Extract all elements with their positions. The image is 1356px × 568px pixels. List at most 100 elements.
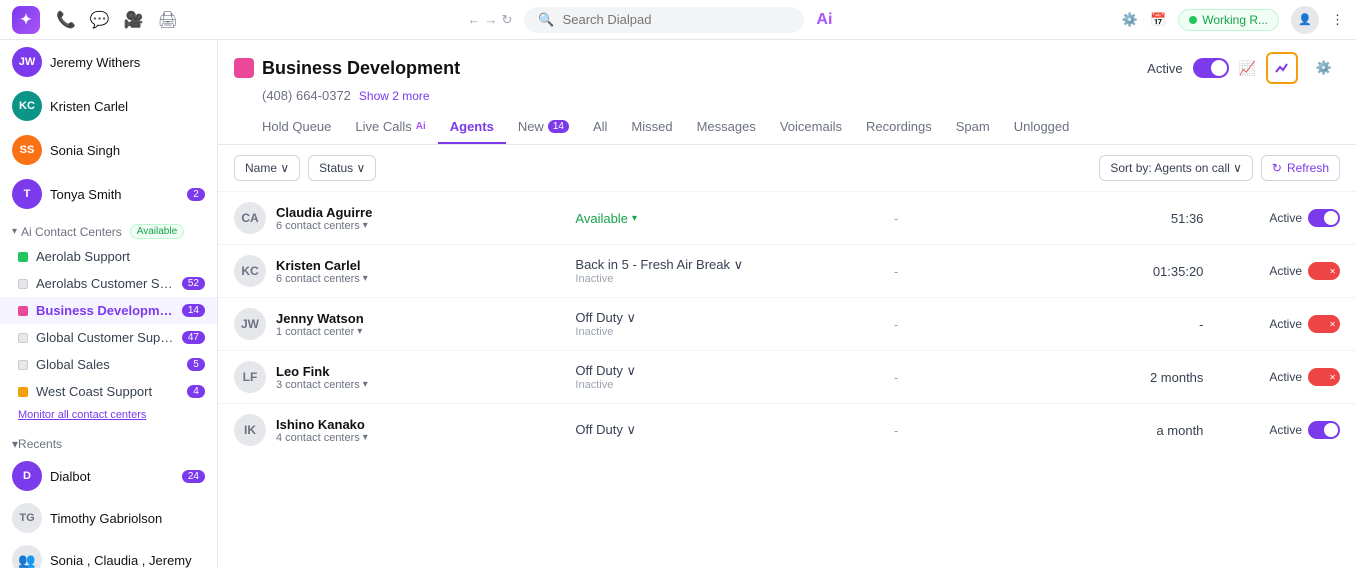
agent-dash-cell: - [878, 351, 1049, 404]
tab-hold-queue[interactable]: Hold Queue [250, 111, 343, 144]
search-bar[interactable]: 🔍 [524, 7, 804, 33]
reload-icon[interactable]: ↻ [502, 12, 513, 28]
avatar[interactable]: 👤 [1291, 6, 1319, 34]
badge-tonya: 2 [187, 188, 205, 201]
agent-time-cell: a month [1049, 404, 1220, 457]
sidebar-contact-kristen[interactable]: KC Kristen Carlel [0, 84, 217, 128]
tab-new[interactable]: New 14 [506, 111, 581, 144]
settings-icon[interactable]: ⚙️ [1122, 12, 1138, 28]
search-input[interactable] [563, 12, 791, 27]
tab-voicemails[interactable]: Voicemails [768, 111, 854, 144]
sidebar-item-global-customer[interactable]: Global Customer Supp... 47 [0, 324, 217, 351]
chart-icon-btn[interactable] [1266, 52, 1298, 84]
sidebar-contact-tonya[interactable]: T Tonya Smith 2 [0, 172, 217, 216]
tab-agents[interactable]: Agents [438, 111, 506, 144]
active-text: Active [1269, 370, 1302, 384]
monitor-link[interactable]: Monitor all contact centers [0, 405, 217, 429]
recents-header[interactable]: ▾ Recents [0, 429, 217, 455]
tab-all[interactable]: All [581, 111, 619, 144]
tab-messages[interactable]: Messages [685, 111, 768, 144]
sidebar-contact-jeremy[interactable]: JW Jeremy Withers [0, 40, 217, 84]
agent-dash-cell: - [878, 245, 1049, 298]
nav-center: ← → ↻ 🔍 Ai [194, 7, 1106, 33]
recent-group[interactable]: 👥 Sonia , Claudia , Jeremy [0, 539, 217, 568]
agent-toggle-cell: Active [1219, 192, 1356, 245]
tab-spam[interactable]: Spam [944, 111, 1002, 144]
refresh-button[interactable]: ↻ Refresh [1261, 155, 1340, 181]
chat-icon[interactable]: 💬 [90, 10, 110, 30]
sidebar-item-aerolab-support[interactable]: Aerolab Support [0, 243, 217, 270]
agent-toggle-on[interactable] [1308, 209, 1340, 227]
item-name-aerolab: Aerolab Support [36, 249, 205, 264]
item-name-aerolabs: Aerolabs Customer Su... [36, 276, 174, 291]
dept-phone: (408) 664-0372 [262, 88, 351, 103]
content-wrapper: Business Development Active 📈 ⚙️ [218, 40, 1356, 568]
badge-bizdev: 14 [182, 304, 205, 317]
settings-gear-btn[interactable]: ⚙️ [1308, 52, 1340, 84]
show-more-link[interactable]: Show 2 more [359, 89, 430, 103]
active-text: Active [1269, 264, 1302, 278]
contact-name-jeremy: Jeremy Withers [50, 55, 205, 70]
agent-toggle-off[interactable] [1308, 262, 1340, 280]
forward-arrow[interactable]: → [485, 12, 498, 28]
calendar-icon[interactable]: 📅 [1150, 12, 1166, 28]
tab-live-calls[interactable]: Live Calls Ai [343, 111, 437, 144]
recent-timothy[interactable]: TG Timothy Gabriolson [0, 497, 217, 539]
menu-icon[interactable]: ⋮ [1331, 12, 1344, 28]
chevron-icon: ▾ [12, 226, 17, 237]
status-other[interactable]: Off Duty ∨ [575, 422, 862, 438]
sort-button[interactable]: Sort by: Agents on call ∨ [1099, 155, 1253, 181]
agent-dash: - [894, 211, 898, 226]
filter-status-btn[interactable]: Status ∨ [308, 155, 376, 181]
active-toggle[interactable] [1193, 58, 1229, 78]
status-other[interactable]: Off Duty ∨ [575, 310, 862, 326]
status-other[interactable]: Back in 5 - Fresh Air Break ∨ [575, 257, 862, 273]
status-sub: Inactive [575, 326, 862, 338]
phone-icon[interactable]: 📞 [56, 10, 76, 30]
sidebar-contact-sonia[interactable]: SS Sonia Singh [0, 128, 217, 172]
tab-recordings[interactable]: Recordings [854, 111, 944, 144]
content-area: Business Development Active 📈 ⚙️ [218, 40, 1356, 568]
dept-title: Business Development [262, 58, 460, 79]
agent-name: Ishino Kanako [276, 417, 368, 432]
agent-status-cell: Off Duty ∨ Inactive [559, 298, 878, 351]
sidebar-item-business-dev[interactable]: Business Development 14 [0, 297, 217, 324]
agent-name-cell: LF Leo Fink 3 contact centers ▾ [218, 351, 559, 404]
agent-toggle-off[interactable] [1308, 368, 1340, 386]
sidebar-item-west-coast[interactable]: West Coast Support 4 [0, 378, 217, 405]
agent-centers[interactable]: 6 contact centers ▾ [276, 273, 368, 285]
trend-icon[interactable]: 📈 [1239, 60, 1256, 77]
status-sub: Inactive [575, 273, 862, 285]
status-available[interactable]: Available ▾ [575, 211, 862, 226]
recent-dialbot[interactable]: D Dialbot 24 [0, 455, 217, 497]
avatar-jeremy: JW [12, 47, 42, 77]
tab-missed[interactable]: Missed [619, 111, 684, 144]
status-other[interactable]: Off Duty ∨ [575, 363, 862, 379]
agent-toggle-off[interactable] [1308, 315, 1340, 333]
agent-info: JW Jenny Watson 1 contact center ▾ [234, 308, 543, 340]
sidebar-item-global-sales[interactable]: Global Sales 5 [0, 351, 217, 378]
sidebar-item-aerolabs-customer[interactable]: Aerolabs Customer Su... 52 [0, 270, 217, 297]
tab-unlogged[interactable]: Unlogged [1002, 111, 1082, 144]
agent-status-cell: Available ▾ [559, 192, 878, 245]
app-logo[interactable]: ✦ [12, 6, 40, 34]
agent-centers[interactable]: 6 contact centers ▾ [276, 220, 372, 232]
agent-info: LF Leo Fink 3 contact centers ▾ [234, 361, 543, 393]
print-icon[interactable]: 🖨 [158, 10, 178, 30]
agent-centers[interactable]: 1 contact center ▾ [276, 326, 364, 338]
agent-toggle-on[interactable] [1308, 421, 1340, 439]
agent-details: Jenny Watson 1 contact center ▾ [276, 311, 364, 338]
filter-name-btn[interactable]: Name ∨ [234, 155, 300, 181]
ai-section-header[interactable]: ▾ Ai Contact Centers Available [0, 216, 217, 243]
agent-time: 2 months [1150, 370, 1203, 385]
video-icon[interactable]: 🎥 [124, 10, 144, 30]
back-arrow[interactable]: ← [468, 12, 481, 28]
agent-status-cell: Off Duty ∨ Inactive [559, 351, 878, 404]
table-area: Name ∨ Status ∨ Sort by: Agents on call … [218, 145, 1356, 568]
working-badge[interactable]: Working R... [1178, 9, 1279, 31]
agent-centers[interactable]: 3 contact centers ▾ [276, 379, 368, 391]
agent-centers[interactable]: 4 contact centers ▾ [276, 432, 368, 444]
badge-westcoast: 4 [187, 385, 205, 398]
active-text: Active [1269, 317, 1302, 331]
item-name-westcoast: West Coast Support [36, 384, 179, 399]
